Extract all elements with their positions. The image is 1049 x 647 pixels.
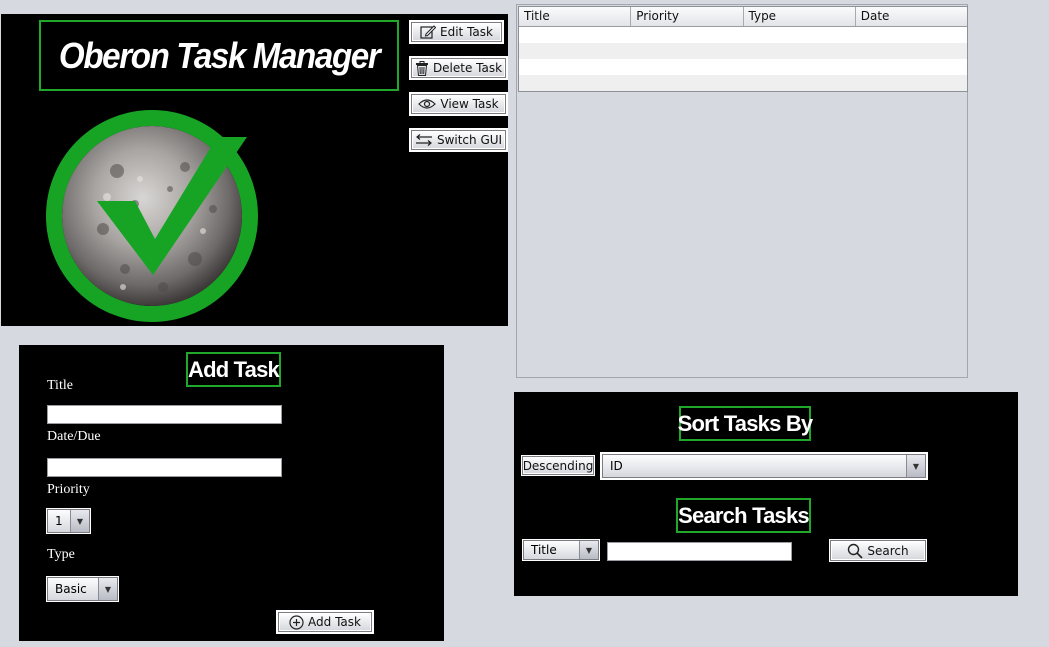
edit-task-label: Edit Task — [440, 25, 493, 39]
add-task-button-wrap: Add Task — [276, 610, 374, 634]
search-button-label: Search — [867, 543, 909, 558]
moon-checkmark-logo — [46, 110, 258, 322]
edit-task-button[interactable]: Edit Task — [411, 22, 502, 42]
search-icon — [848, 543, 863, 559]
view-task-button-wrap: View Task — [409, 92, 508, 116]
view-task-button[interactable]: View Task — [411, 94, 506, 114]
table-row[interactable] — [519, 43, 967, 59]
title-input[interactable] — [47, 405, 282, 424]
add-task-button[interactable]: Add Task — [278, 612, 372, 632]
date-due-input[interactable] — [47, 458, 282, 477]
table-row[interactable] — [519, 75, 967, 91]
plus-circle-icon — [289, 614, 304, 630]
sort-order-label: Descending — [522, 458, 594, 473]
table-body — [519, 27, 967, 91]
sort-field-select-wrap: ID ▼ — [600, 452, 928, 480]
delete-task-label: Delete Task — [432, 61, 503, 75]
sort-field-value: ID — [610, 459, 623, 473]
sort-order-button-wrap: Descending — [521, 455, 595, 476]
priority-select-wrap: 1 ▼ — [46, 508, 91, 534]
delete-task-button-wrap: Delete Task — [409, 56, 508, 80]
sort-search-panel: Sort Tasks By Descending ID ▼ Search Tas… — [514, 392, 1018, 596]
trash-icon — [415, 60, 428, 76]
switch-gui-button-wrap: Switch GUI — [409, 128, 508, 152]
chevron-down-icon: ▼ — [98, 578, 117, 600]
chevron-down-icon: ▼ — [906, 455, 925, 477]
search-field-value: Title — [531, 543, 557, 557]
type-select[interactable]: Basic ▼ — [47, 577, 118, 601]
search-tasks-heading-text: Search Tasks — [678, 502, 809, 528]
sort-tasks-heading: Sort Tasks By — [677, 406, 814, 441]
delete-task-button[interactable]: Delete Task — [411, 58, 506, 78]
search-field-select-wrap: Title ▼ — [522, 539, 600, 561]
edit-icon — [420, 25, 437, 39]
add-task-panel: Add Task Title Date/Due Priority 1 ▼ Typ… — [19, 345, 444, 641]
table-row[interactable] — [519, 27, 967, 43]
view-task-label: View Task — [440, 97, 499, 111]
search-field-select[interactable]: Title ▼ — [523, 540, 599, 560]
switch-gui-button[interactable]: Switch GUI — [411, 130, 506, 150]
column-header-date[interactable]: Date — [856, 7, 967, 26]
priority-select-value: 1 — [55, 514, 63, 528]
sort-order-toggle[interactable]: Descending — [522, 456, 594, 475]
task-table-scrollpane[interactable]: Title Priority Type Date — [516, 4, 968, 378]
type-select-value: Basic — [55, 582, 87, 596]
date-due-label: Date/Due — [47, 429, 101, 444]
add-task-button-label: Add Task — [308, 615, 361, 629]
chevron-down-icon: ▼ — [70, 510, 89, 532]
sort-tasks-heading-text: Sort Tasks By — [677, 410, 814, 436]
chevron-down-icon: ▼ — [579, 541, 598, 559]
edit-task-button-wrap: Edit Task — [409, 20, 504, 44]
search-input[interactable] — [607, 542, 792, 561]
column-header-priority[interactable]: Priority — [631, 7, 744, 26]
eye-icon — [418, 99, 437, 109]
priority-select[interactable]: 1 ▼ — [47, 509, 90, 533]
priority-label: Priority — [47, 482, 90, 497]
header-panel: Oberon Task Manager Edit Task Delete Tas… — [1, 14, 508, 326]
table-header: Title Priority Type Date — [519, 7, 967, 27]
title-box: Oberon Task Manager — [39, 20, 399, 91]
switch-gui-label: Switch GUI — [436, 133, 503, 147]
search-button-wrap: Search — [829, 539, 927, 562]
sort-field-select[interactable]: ID ▼ — [602, 454, 926, 478]
column-header-title[interactable]: Title — [519, 7, 632, 26]
type-select-wrap: Basic ▼ — [46, 576, 119, 602]
add-task-heading: Add Task — [186, 352, 281, 387]
table-row[interactable] — [519, 59, 967, 75]
column-header-type[interactable]: Type — [744, 7, 856, 26]
app-title: Oberon Task Manager — [58, 34, 381, 76]
type-label: Type — [47, 547, 75, 562]
swap-arrows-icon — [415, 134, 432, 146]
add-task-heading-text: Add Task — [188, 356, 280, 382]
task-table[interactable]: Title Priority Type Date — [518, 6, 968, 92]
search-button[interactable]: Search — [830, 540, 926, 561]
title-label: Title — [47, 378, 73, 393]
search-tasks-heading: Search Tasks — [676, 498, 811, 533]
